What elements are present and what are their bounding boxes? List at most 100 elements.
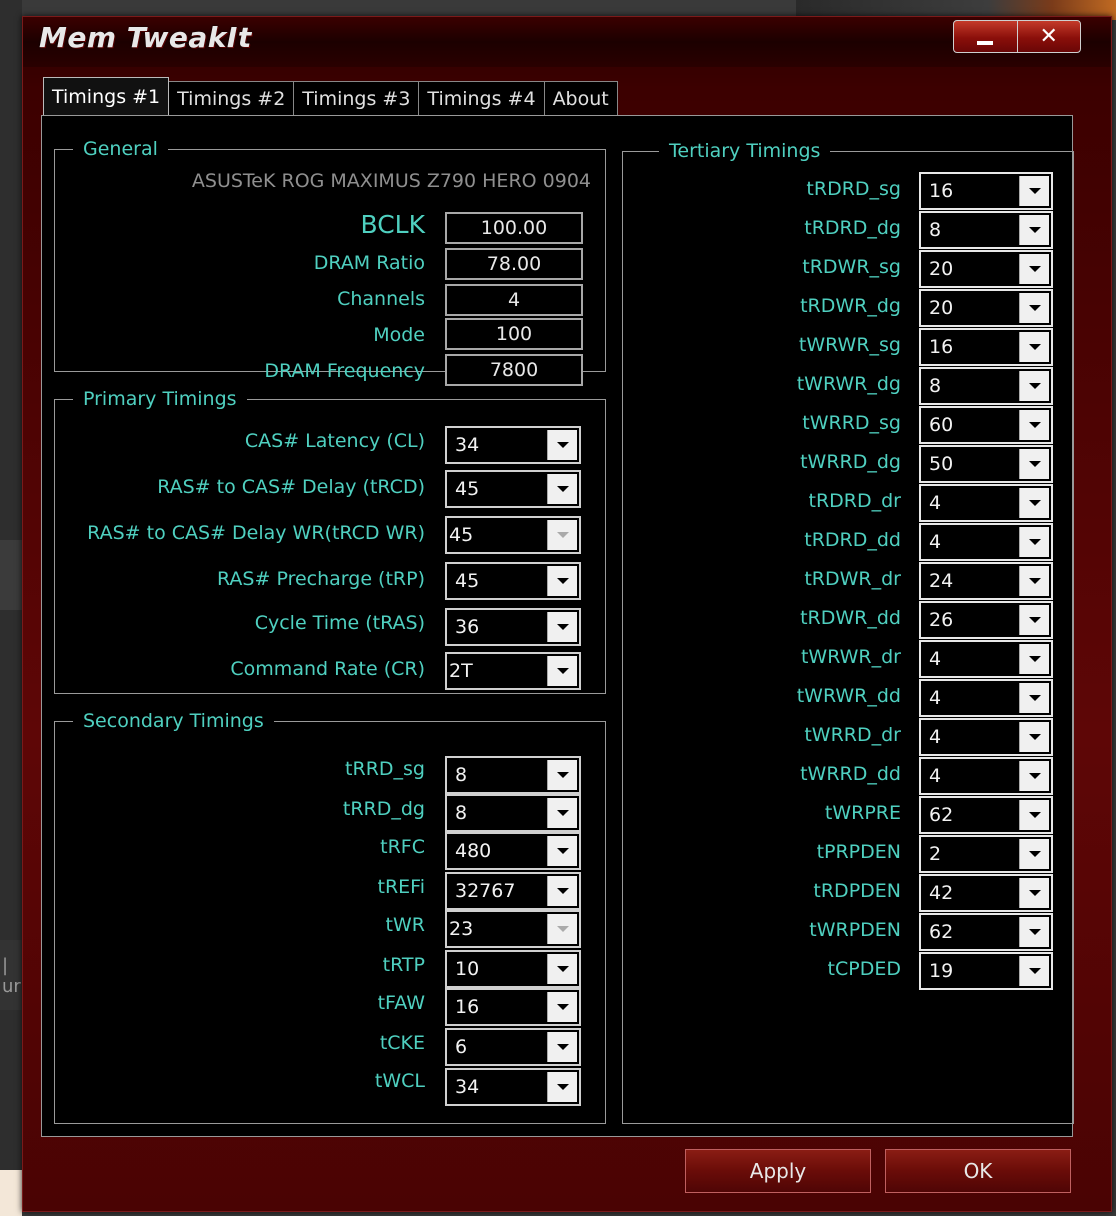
- chevron-down-icon[interactable]: [1019, 449, 1049, 479]
- tab-timings-4[interactable]: Timings #4: [419, 81, 545, 115]
- channels-value: 4: [445, 284, 583, 316]
- chevron-down-icon[interactable]: [547, 836, 577, 866]
- tertiary-timing-select[interactable]: 8: [919, 367, 1053, 405]
- tab-timings-3[interactable]: Timings #3: [294, 81, 420, 115]
- tertiary-timing-select[interactable]: 20: [919, 289, 1053, 327]
- trefi-select[interactable]: 32767: [445, 872, 581, 910]
- chevron-down-icon[interactable]: [1019, 878, 1049, 908]
- tfaw-select[interactable]: 16: [445, 988, 581, 1026]
- tertiary-timing-select[interactable]: 60: [919, 406, 1053, 444]
- chevron-down-icon[interactable]: [547, 656, 577, 686]
- chevron-down-icon[interactable]: [1019, 176, 1049, 206]
- tertiary-timing-select[interactable]: 62: [919, 913, 1053, 951]
- chevron-down-icon[interactable]: [547, 954, 577, 984]
- chevron-down-icon[interactable]: [1019, 527, 1049, 557]
- cas-latency-select[interactable]: 34: [445, 426, 581, 464]
- dram-ratio-label: DRAM Ratio: [313, 252, 425, 274]
- cas-latency-label: CAS# Latency (CL): [244, 430, 425, 452]
- chevron-down-icon[interactable]: [1019, 605, 1049, 635]
- chevron-down-icon[interactable]: [1019, 917, 1049, 947]
- tertiary-timing-value: 8: [929, 375, 942, 397]
- tertiary-timing-select[interactable]: 16: [919, 172, 1053, 210]
- chevron-down-icon[interactable]: [547, 474, 577, 504]
- tertiary-timing-select[interactable]: 24: [919, 562, 1053, 600]
- apply-button[interactable]: Apply: [685, 1149, 871, 1193]
- chevron-down-icon[interactable]: [1019, 488, 1049, 518]
- twcl-select[interactable]: 34: [445, 1068, 581, 1106]
- chevron-down-icon[interactable]: [547, 876, 577, 906]
- chevron-down-icon[interactable]: [1019, 644, 1049, 674]
- chevron-down-icon[interactable]: [547, 1072, 577, 1102]
- primary-timings-group: Primary Timings CAS# Latency (CL) 34 RAS…: [54, 388, 606, 694]
- chevron-down-icon[interactable]: [1019, 839, 1049, 869]
- tertiary-timing-select[interactable]: 50: [919, 445, 1053, 483]
- chevron-down-icon[interactable]: [547, 612, 577, 642]
- chevron-down-icon[interactable]: [1019, 722, 1049, 752]
- chevron-down-icon[interactable]: [1019, 410, 1049, 440]
- tertiary-timing-select[interactable]: 4: [919, 679, 1053, 717]
- chevron-down-icon[interactable]: [1019, 371, 1049, 401]
- desktop-text-fragment: | ur: [2, 955, 21, 997]
- tertiary-timing-value: 4: [929, 687, 942, 709]
- twr-select[interactable]: 23: [445, 910, 581, 948]
- chevron-down-icon[interactable]: [1019, 761, 1049, 791]
- tab-timings-1[interactable]: Timings #1: [43, 77, 170, 115]
- tertiary-timing-select[interactable]: 2: [919, 835, 1053, 873]
- chevron-down-icon[interactable]: [547, 914, 577, 944]
- trtp-select[interactable]: 10: [445, 950, 581, 988]
- trrd-dg-label: tRRD_dg: [342, 798, 425, 820]
- tras-label: Cycle Time (tRAS): [254, 612, 425, 634]
- chevron-down-icon[interactable]: [1019, 566, 1049, 596]
- tras-select[interactable]: 36: [445, 608, 581, 646]
- chevron-down-icon[interactable]: [547, 798, 577, 828]
- tertiary-timing-value: 8: [929, 219, 942, 241]
- tertiary-timing-select[interactable]: 4: [919, 718, 1053, 756]
- trrd-dg-select[interactable]: 8: [445, 794, 581, 832]
- minimize-button[interactable]: [954, 21, 1017, 52]
- trtp-label: tRTP: [382, 954, 425, 976]
- tertiary-timing-select[interactable]: 20: [919, 250, 1053, 288]
- chevron-down-icon[interactable]: [1019, 215, 1049, 245]
- trp-select[interactable]: 45: [445, 562, 581, 600]
- general-group: General ASUSTeK ROG MAXIMUS Z790 HERO 09…: [54, 138, 606, 386]
- chevron-down-icon[interactable]: [547, 566, 577, 596]
- close-button[interactable]: ✕: [1016, 21, 1081, 52]
- chevron-down-icon[interactable]: [1019, 293, 1049, 323]
- chevron-down-icon[interactable]: [547, 992, 577, 1022]
- tcke-select[interactable]: 6: [445, 1028, 581, 1066]
- chevron-down-icon[interactable]: [1019, 800, 1049, 830]
- trcd-select[interactable]: 45: [445, 470, 581, 508]
- chevron-down-icon[interactable]: [547, 1032, 577, 1062]
- tertiary-timing-select[interactable]: 16: [919, 328, 1053, 366]
- chevron-down-icon[interactable]: [1019, 332, 1049, 362]
- tertiary-timing-select[interactable]: 19: [919, 952, 1053, 990]
- title-bar[interactable]: Mem TweakIt ✕: [23, 17, 1111, 67]
- command-rate-select[interactable]: 2T: [445, 652, 581, 690]
- chevron-down-icon[interactable]: [547, 520, 577, 550]
- chevron-down-icon[interactable]: [547, 430, 577, 460]
- chevron-down-icon[interactable]: [1019, 956, 1049, 986]
- chevron-down-icon[interactable]: [1019, 683, 1049, 713]
- tertiary-timing-label: tRDRD_sg: [806, 178, 901, 200]
- tertiary-timing-select[interactable]: 8: [919, 211, 1053, 249]
- trcd-wr-select[interactable]: 45: [445, 516, 581, 554]
- trrd-sg-select[interactable]: 8: [445, 756, 581, 794]
- chevron-down-icon[interactable]: [547, 760, 577, 790]
- tertiary-timing-select[interactable]: 62: [919, 796, 1053, 834]
- trp-value: 45: [455, 570, 480, 592]
- trfc-select[interactable]: 480: [445, 832, 581, 870]
- tertiary-timing-select[interactable]: 42: [919, 874, 1053, 912]
- tertiary-timing-select[interactable]: 26: [919, 601, 1053, 639]
- tertiary-timing-select[interactable]: 4: [919, 484, 1053, 522]
- tertiary-timing-select[interactable]: 4: [919, 757, 1053, 795]
- cas-latency-value: 34: [455, 434, 480, 456]
- tertiary-timing-label: tWRWR_dr: [800, 646, 901, 668]
- timings-panel: General ASUSTeK ROG MAXIMUS Z790 HERO 09…: [41, 115, 1074, 1137]
- tertiary-timing-select[interactable]: 4: [919, 523, 1053, 561]
- tab-timings-2[interactable]: Timings #2: [169, 81, 295, 115]
- ok-button[interactable]: OK: [885, 1149, 1071, 1193]
- tab-about[interactable]: About: [544, 81, 618, 115]
- tertiary-timing-value: 19: [929, 960, 954, 982]
- tertiary-timing-select[interactable]: 4: [919, 640, 1053, 678]
- chevron-down-icon[interactable]: [1019, 254, 1049, 284]
